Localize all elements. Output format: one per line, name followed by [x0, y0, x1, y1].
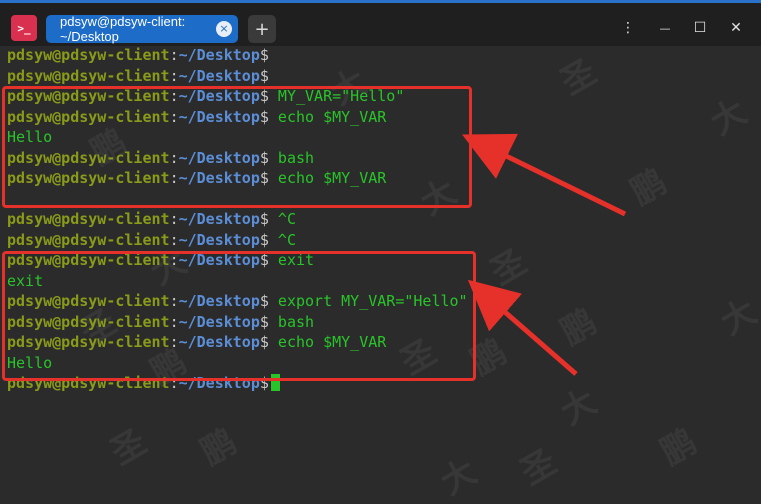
arrow-1 — [462, 133, 627, 217]
annotation-arrows — [462, 133, 627, 376]
arrow-2 — [467, 279, 578, 376]
